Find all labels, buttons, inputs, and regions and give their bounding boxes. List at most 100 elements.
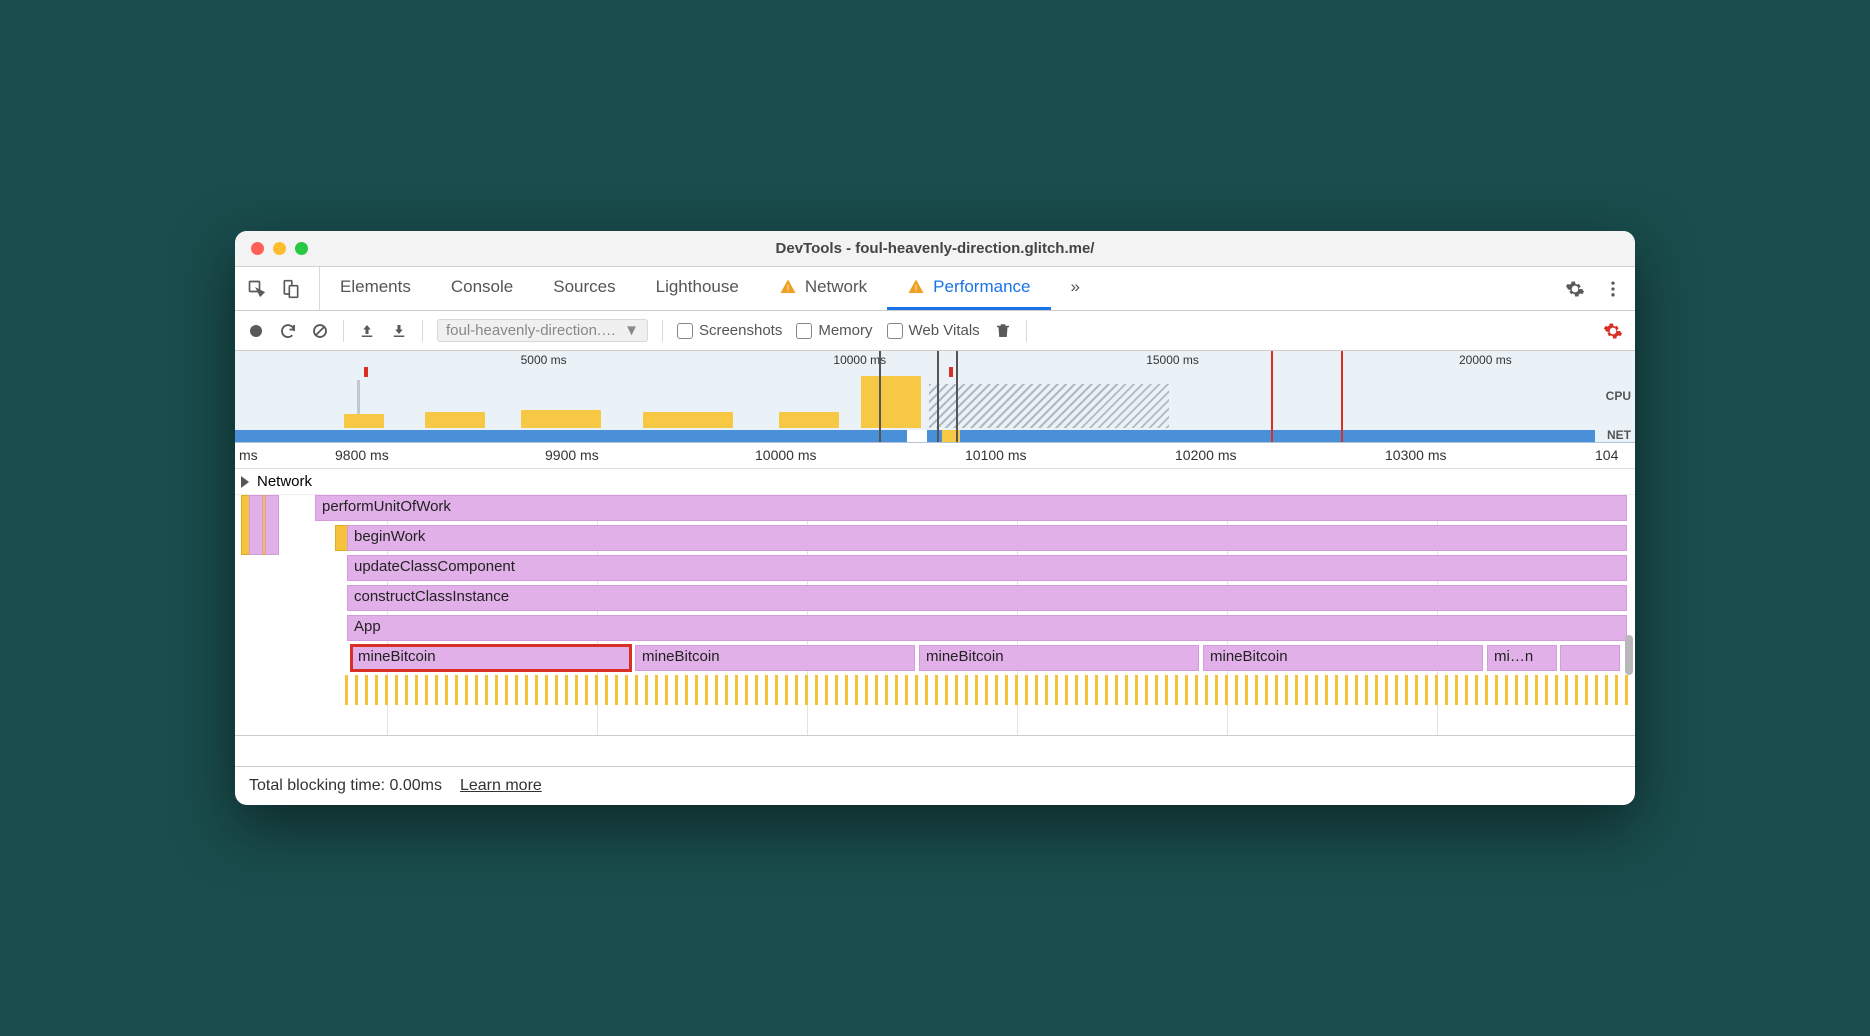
flame-bar[interactable]: mineBitcoin: [919, 645, 1199, 671]
profile-name: foul-heavenly-direction.…: [446, 322, 616, 339]
panel-tabs: Elements Console Sources Lighthouse ! Ne…: [320, 267, 1100, 310]
divider: [662, 320, 663, 342]
warning-icon: !: [907, 278, 925, 296]
network-section-header[interactable]: Network: [235, 469, 1635, 495]
flame-bar[interactable]: performUnitOfWork: [315, 495, 1627, 521]
cpu-label: CPU: [1606, 389, 1631, 403]
tab-network[interactable]: ! Network: [759, 267, 887, 310]
tab-elements[interactable]: Elements: [320, 267, 431, 310]
learn-more-link[interactable]: Learn more: [460, 777, 542, 795]
ruler-tick: 10300 ms: [1385, 447, 1446, 463]
minimize-button[interactable]: [273, 242, 286, 255]
ruler-tick: 15000 ms: [1146, 353, 1199, 367]
web-vitals-checkbox[interactable]: Web Vitals: [887, 322, 980, 339]
flame-bar[interactable]: mineBitcoin: [1203, 645, 1483, 671]
ruler-tick: 10100 ms: [965, 447, 1026, 463]
ruler-tick: 10000 ms: [755, 447, 816, 463]
performance-toolbar: foul-heavenly-direction.… ▼ Screenshots …: [235, 311, 1635, 351]
tab-label: Console: [451, 277, 513, 297]
flame-label: constructClassInstance: [354, 588, 509, 605]
chevron-right-icon: »: [1071, 277, 1080, 297]
main-tab-bar: Elements Console Sources Lighthouse ! Ne…: [235, 267, 1635, 311]
tab-label: Lighthouse: [656, 277, 739, 297]
clear-button[interactable]: [311, 322, 329, 340]
divider: [1026, 320, 1027, 342]
divider: [422, 320, 423, 342]
section-label: Network: [257, 473, 312, 490]
scrollbar-thumb[interactable]: [1625, 635, 1633, 675]
more-tabs-button[interactable]: »: [1051, 267, 1100, 310]
upload-profile-button[interactable]: [358, 322, 376, 340]
tab-label: Performance: [933, 277, 1030, 297]
profile-selector[interactable]: foul-heavenly-direction.… ▼: [437, 319, 648, 342]
flame-label: mineBitcoin: [642, 648, 720, 665]
reload-button[interactable]: [279, 322, 297, 340]
flame-label: mi…n: [1494, 648, 1533, 665]
flame-bar[interactable]: mi…n: [1487, 645, 1557, 671]
settings-icon[interactable]: [1565, 279, 1585, 299]
kebab-menu-icon[interactable]: [1603, 279, 1623, 299]
divider: [343, 320, 344, 342]
flame-bar[interactable]: [1560, 645, 1620, 671]
ruler-start: ms: [239, 447, 258, 463]
ruler-tick: 104: [1595, 447, 1618, 463]
svg-text:!: !: [915, 284, 918, 294]
total-blocking-time: Total blocking time: 0.00ms: [249, 777, 442, 795]
flame-bar[interactable]: App: [347, 615, 1627, 641]
footer-bar: Total blocking time: 0.00ms Learn more: [235, 766, 1635, 805]
micro-tasks-row: [345, 675, 1635, 705]
tab-performance[interactable]: ! Performance: [887, 267, 1050, 310]
flame-bar[interactable]: mineBitcoin: [635, 645, 915, 671]
device-toggle-icon[interactable]: [281, 279, 301, 299]
devtools-window: DevTools - foul-heavenly-direction.glitc…: [235, 231, 1635, 805]
window-titlebar: DevTools - foul-heavenly-direction.glitc…: [235, 231, 1635, 267]
record-button[interactable]: [247, 322, 265, 340]
close-button[interactable]: [251, 242, 264, 255]
main-flame-chart[interactable]: performUnitOfWork beginWork updateClassC…: [235, 495, 1635, 735]
overview-selection[interactable]: [879, 351, 939, 442]
flame-bar[interactable]: constructClassInstance: [347, 585, 1627, 611]
overview-red-marker: [1271, 351, 1273, 442]
detail-ruler[interactable]: ms 9800 ms 9900 ms 10000 ms 10100 ms 102…: [235, 443, 1635, 469]
overview-red-marker: [1341, 351, 1343, 442]
ruler-tick: 9800 ms: [335, 447, 389, 463]
svg-text:!: !: [787, 284, 790, 294]
flame-label: mineBitcoin: [358, 648, 436, 665]
tab-label: Network: [805, 277, 867, 297]
flame-label: updateClassComponent: [354, 558, 515, 575]
flame-bar-highlighted[interactable]: mineBitcoin: [351, 645, 631, 671]
screenshots-checkbox[interactable]: Screenshots: [677, 322, 782, 339]
checkbox-icon: [677, 323, 693, 339]
tab-label: Sources: [553, 277, 615, 297]
inspect-icons: [247, 267, 320, 310]
flame-label: beginWork: [354, 528, 425, 545]
flame-label: mineBitcoin: [926, 648, 1004, 665]
flame-bar[interactable]: beginWork: [347, 525, 1627, 551]
expand-icon: [241, 476, 249, 488]
checkbox-label: Web Vitals: [909, 322, 980, 339]
checkbox-label: Screenshots: [699, 322, 782, 339]
ruler-tick: 9900 ms: [545, 447, 599, 463]
download-profile-button[interactable]: [390, 322, 408, 340]
flame-bar[interactable]: updateClassComponent: [347, 555, 1627, 581]
flame-label: App: [354, 618, 381, 635]
zoom-button[interactable]: [295, 242, 308, 255]
ruler-tick: 10200 ms: [1175, 447, 1236, 463]
timeline-overview[interactable]: 5000 ms 10000 ms 15000 ms 20000 ms CP: [235, 351, 1635, 443]
overview-labels: CPU NET: [1595, 351, 1635, 442]
checkbox-icon: [796, 323, 812, 339]
tab-console[interactable]: Console: [431, 267, 533, 310]
chevron-down-icon: ▼: [624, 322, 639, 339]
tab-lighthouse[interactable]: Lighthouse: [636, 267, 759, 310]
delete-profile-button[interactable]: [994, 322, 1012, 340]
net-label: NET: [1607, 428, 1631, 442]
flame-label: mineBitcoin: [1210, 648, 1288, 665]
tab-sources[interactable]: Sources: [533, 267, 635, 310]
overview-marker: [956, 351, 958, 442]
tab-label: Elements: [340, 277, 411, 297]
capture-settings-icon[interactable]: [1603, 321, 1623, 341]
inspect-element-icon[interactable]: [247, 279, 267, 299]
warning-icon: !: [779, 278, 797, 296]
memory-checkbox[interactable]: Memory: [796, 322, 872, 339]
traffic-lights: [235, 242, 308, 255]
